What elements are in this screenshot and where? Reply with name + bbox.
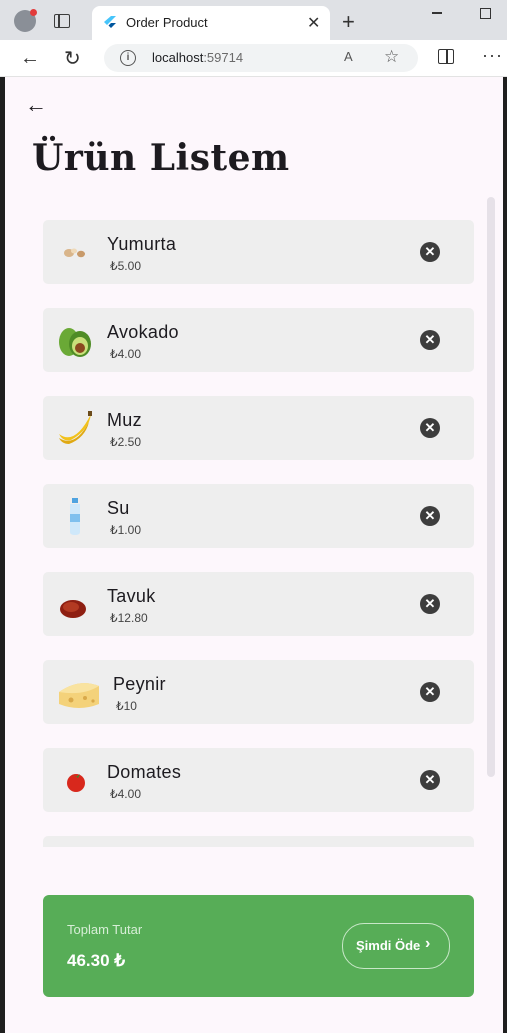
maximize-icon[interactable] [480,8,491,19]
notification-dot [30,9,37,16]
list-item-partial [43,836,474,847]
url-text: localhost:59714 [152,50,244,65]
flutter-icon [104,16,116,28]
item-price: ₺1.00 [110,523,141,537]
minimize-icon[interactable] [432,12,442,14]
total-label: Toplam Tutar [67,922,143,937]
item-price: ₺12.80 [110,611,148,625]
browser-back-icon[interactable]: ← [20,47,40,70]
item-price: ₺2.50 [110,435,141,449]
item-name: Tavuk [107,586,156,606]
remove-item-button[interactable]: ✕ [420,506,440,526]
list-item: Peynir ₺10 ✕ [43,660,474,724]
remove-item-button[interactable]: ✕ [420,418,440,438]
item-price: ₺4.00 [110,787,141,801]
more-icon[interactable]: ··· [482,45,503,66]
list-item: Yumurta ₺5.00 ✕ [43,220,474,284]
read-aloud-icon[interactable]: A [344,49,353,64]
pay-now-label: Şimdi Öde [356,938,421,953]
list-item: Domates ₺4.00 ✕ [43,748,474,812]
pay-now-button[interactable]: Şimdi Öde › [342,923,450,969]
list-item: Avokado ₺4.00 ✕ [43,308,474,372]
item-name: Yumurta [107,234,177,254]
favorite-star-icon[interactable]: ☆ [384,47,399,67]
page-title: Ürün Listem [32,137,290,179]
url-field[interactable]: i localhost:59714 A ☆ [104,44,418,72]
total-value: 46.30 ₺ [67,951,126,970]
total-summary-card: Toplam Tutar 46.30 ₺ Şimdi Öde › [43,895,474,997]
item-name: Muz [107,410,142,430]
list-item: Su ₺1.00 ✕ [43,484,474,548]
new-tab-icon[interactable]: + [342,9,355,35]
close-tab-icon[interactable]: ✕ [307,13,320,33]
split-screen-icon[interactable] [438,49,454,64]
browser-tab-bar: Order Product ✕ + [0,0,507,40]
back-arrow-icon[interactable]: ← [25,92,47,118]
address-bar-row: ← ↻ i localhost:59714 A ☆ ··· [0,40,507,77]
remove-item-button[interactable]: ✕ [420,330,440,350]
scrollbar[interactable] [487,197,495,777]
reload-icon[interactable]: ↻ [64,46,81,71]
remove-item-button[interactable]: ✕ [420,242,440,262]
egg-icon [64,248,85,258]
site-info-icon[interactable]: i [120,50,136,66]
product-list[interactable]: Yumurta ₺5.00 ✕ Avokado ₺4.00 ✕ Muz ₺2.5… [43,220,475,847]
water-bottle-icon [70,498,80,535]
app-screen: ← Ürün Listem Yumurta ₺5.00 ✕ Avokado ₺4… [5,77,503,1033]
avocado-icon [59,328,91,357]
remove-item-button[interactable]: ✕ [420,594,440,614]
banana-icon [59,411,92,444]
item-name: Su [107,498,130,518]
tab-actions-icon[interactable] [54,14,70,28]
item-price: ₺5.00 [110,259,141,273]
list-item: Tavuk ₺12.80 ✕ [43,572,474,636]
chevron-right-icon: › [425,935,431,952]
item-price: ₺4.00 [110,347,141,361]
remove-item-button[interactable]: ✕ [420,770,440,790]
item-price: ₺10 [116,699,137,713]
tab-title: Order Product [126,15,208,30]
item-name: Peynir [113,674,166,694]
cheese-icon [59,683,99,708]
item-name: Domates [107,762,182,782]
tab-order-product[interactable]: Order Product ✕ [92,6,330,40]
remove-item-button[interactable]: ✕ [420,682,440,702]
item-name: Avokado [107,322,179,342]
tomato-icon [67,774,85,792]
chicken-icon [60,594,92,618]
list-item: Muz ₺2.50 ✕ [43,396,474,460]
